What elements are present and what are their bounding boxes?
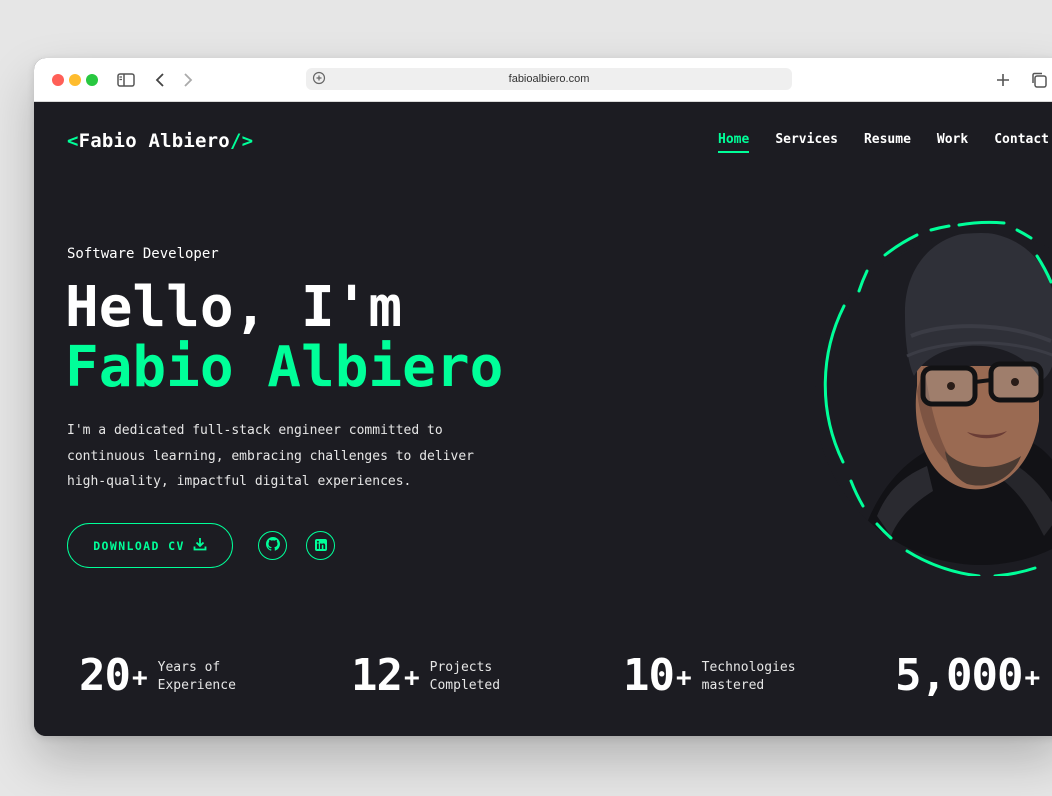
nav-item-home[interactable]: Home (718, 132, 750, 153)
linkedin-icon (314, 536, 327, 555)
github-icon (265, 536, 280, 555)
hero-name: Fabio Albiero (65, 335, 504, 400)
stat-label-line: Experience (157, 677, 236, 693)
stat-experience: 20 + Years of Experience (79, 650, 236, 701)
tab-overview-icon[interactable] (1027, 68, 1051, 92)
stat-plus: + (675, 662, 692, 693)
stat-plus: + (1024, 662, 1041, 693)
hero-bio: I'm a dedicated full-stack engineer comm… (67, 418, 497, 495)
download-icon (193, 537, 207, 554)
main-nav: Home Services Resume Work Contact (718, 132, 1052, 153)
stat-label-line: Technologies (701, 660, 796, 675)
stat-commits: 5,000 + (895, 650, 1040, 701)
web-page: <Fabio Albiero/> Home Services Resume Wo… (34, 102, 1052, 736)
minimize-window-button[interactable] (69, 74, 81, 86)
address-bar[interactable]: fabioalbiero.com (306, 68, 792, 90)
forward-icon[interactable] (176, 68, 200, 92)
stat-label-line: mastered (701, 677, 765, 693)
logo-open-bracket: < (67, 130, 79, 152)
stat-number: 5,000 (895, 650, 1023, 701)
stat-label-line: Years of (157, 660, 221, 675)
stat-plus: + (131, 662, 148, 693)
back-icon[interactable] (148, 68, 172, 92)
stat-label-line: Completed (429, 677, 501, 693)
logo-close-bracket: /> (229, 130, 254, 152)
download-cv-button[interactable]: DOWNLOAD CV (67, 523, 233, 568)
bio-line: I'm a dedicated full-stack engineer comm… (67, 423, 443, 438)
stat-number: 12 (351, 650, 403, 701)
stat-plus: + (403, 662, 420, 693)
nav-item-contact[interactable]: Contact (994, 132, 1049, 153)
linkedin-link[interactable] (306, 531, 335, 560)
stat-number: 20 (79, 650, 131, 701)
stat-technologies: 10 + Technologies mastered (623, 650, 796, 701)
close-window-button[interactable] (52, 74, 64, 86)
browser-toolbar: fabioalbiero.com (34, 58, 1052, 102)
github-link[interactable] (258, 531, 287, 560)
nav-item-resume[interactable]: Resume (864, 132, 911, 153)
site-logo[interactable]: <Fabio Albiero/> (67, 130, 253, 152)
profile-photo (799, 216, 1052, 580)
hero-role: Software Developer (67, 246, 219, 262)
browser-window: fabioalbiero.com <Fabio Albiero/> Home S… (34, 58, 1052, 736)
sidebar-toggle-icon[interactable] (114, 68, 138, 92)
nav-item-services[interactable]: Services (775, 132, 838, 153)
stat-projects: 12 + Projects Completed (351, 650, 500, 701)
bio-line: continuous learning, embracing challenge… (67, 448, 474, 464)
site-info-icon[interactable] (312, 71, 326, 88)
stat-label: Technologies mastered (702, 659, 796, 694)
portrait-illustration (815, 233, 1052, 565)
download-cv-label: DOWNLOAD CV (93, 538, 185, 553)
stat-label-line: Projects (429, 660, 493, 675)
url-text: fabioalbiero.com (508, 73, 590, 85)
stat-label: Projects Completed (430, 659, 500, 694)
bio-line: high-quality, impactful digital experien… (67, 474, 412, 489)
zoom-window-button[interactable] (86, 74, 98, 86)
stat-label: Years of Experience (158, 659, 236, 694)
new-tab-icon[interactable] (991, 68, 1015, 92)
logo-name: Fabio Albiero (78, 130, 230, 152)
stat-number: 10 (623, 650, 675, 701)
nav-item-work[interactable]: Work (937, 132, 968, 153)
hero-greeting: Hello, I'm (65, 275, 403, 340)
